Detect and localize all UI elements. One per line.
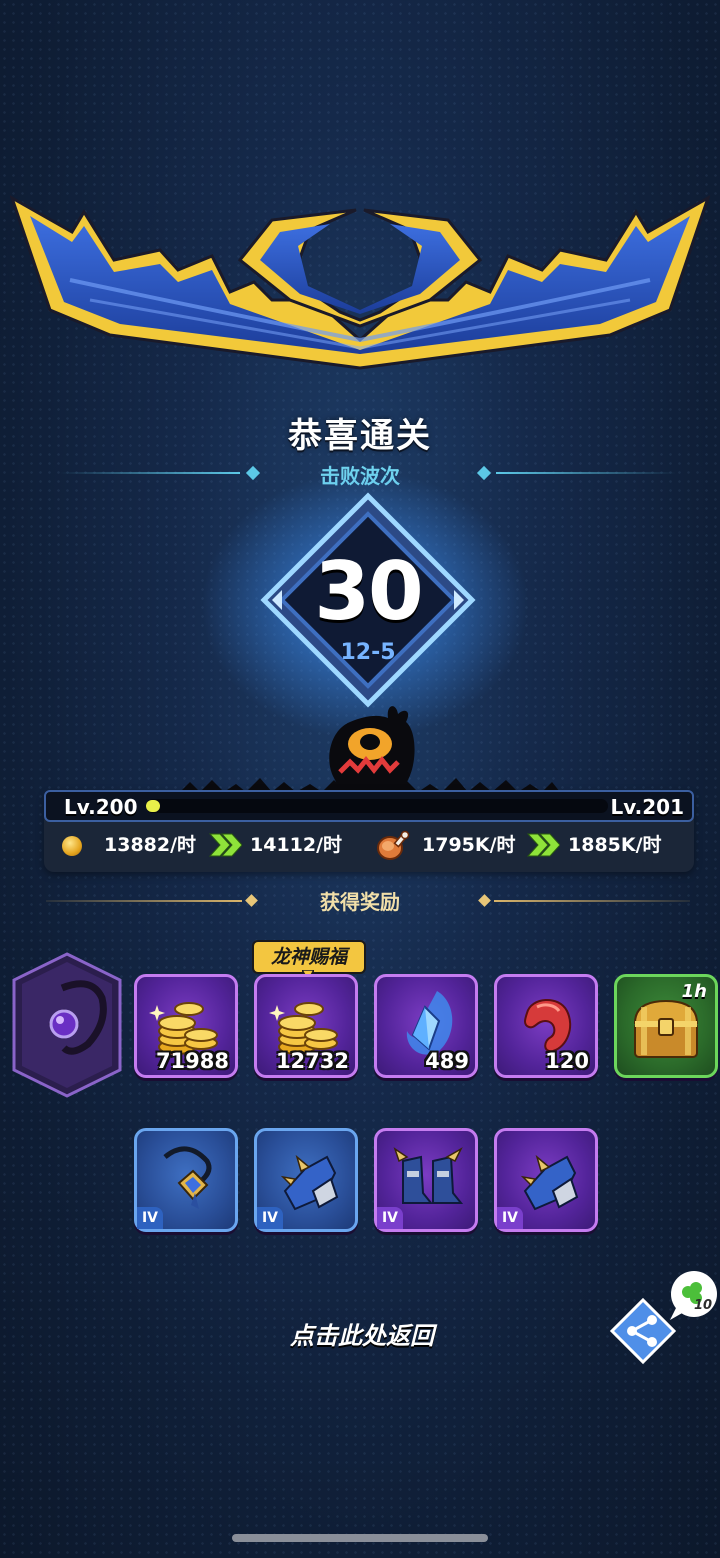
- reward-qty: 12732: [275, 1049, 349, 1073]
- reward-boots[interactable]: IV: [374, 1128, 478, 1232]
- reward-gauntlet-1[interactable]: IV: [254, 1128, 358, 1232]
- tier-badge: IV: [137, 1207, 163, 1229]
- double-arrow-icon: [526, 833, 560, 857]
- reward-crystal[interactable]: 489: [374, 974, 478, 1078]
- victory-title: 恭喜通关: [288, 416, 432, 456]
- stage-label: 12-5: [340, 640, 396, 665]
- current-level: Lv.200: [64, 795, 138, 819]
- progress-fill: [146, 800, 160, 812]
- tier-badge: IV: [377, 1207, 403, 1229]
- reward-gauntlet-2[interactable]: IV: [494, 1128, 598, 1232]
- gold-rate-current: 13882/时: [104, 834, 197, 856]
- clover-count: 10: [694, 1298, 713, 1313]
- reward-qty: 120: [545, 1049, 589, 1073]
- food-rate-next: 1885K/时: [568, 834, 662, 856]
- double-arrow-icon: [208, 833, 242, 857]
- rewards-header: 获得奖励: [0, 886, 720, 916]
- crown-banner-icon: [10, 195, 710, 370]
- tier-badge: IV: [497, 1207, 523, 1229]
- gold-coin-icon: [62, 836, 82, 856]
- reward-line-right: [494, 900, 690, 902]
- home-indicator[interactable]: [232, 1534, 488, 1542]
- meat-icon: [377, 830, 410, 860]
- income-rates: 13882/时 14112/时 1795K/时 1885K/时: [44, 826, 694, 866]
- reward-qty: 489: [425, 1049, 469, 1073]
- featured-amulet-icon[interactable]: [12, 952, 122, 1098]
- dragon-blessing-badge: 龙神赐福: [252, 940, 366, 974]
- chest-duration: 1h: [681, 981, 707, 1002]
- food-rate-current: 1795K/时: [422, 834, 516, 856]
- wave-count: 30: [314, 545, 423, 638]
- next-level: Lv.201: [610, 795, 685, 819]
- reward-gold-2[interactable]: 12732: [254, 974, 358, 1078]
- reward-gold-1[interactable]: 71988: [134, 974, 238, 1078]
- progress-track: [146, 799, 608, 813]
- reward-amulet[interactable]: IV: [134, 1128, 238, 1232]
- share-icon[interactable]: [610, 1298, 676, 1364]
- reward-qty: 71988: [155, 1049, 229, 1073]
- gold-rate-next: 14112/时: [250, 834, 343, 856]
- clover-bubble-icon[interactable]: [668, 1268, 718, 1322]
- reward-bean[interactable]: 120: [494, 974, 598, 1078]
- victory-screen[interactable]: 恭喜通关 击败波次 30 12-5 Lv.200 Lv.201 13882/时: [0, 0, 720, 1558]
- level-progress-bar: Lv.200 Lv.201: [44, 790, 694, 822]
- reward-chest[interactable]: 1h: [614, 974, 718, 1078]
- tier-badge: IV: [257, 1207, 283, 1229]
